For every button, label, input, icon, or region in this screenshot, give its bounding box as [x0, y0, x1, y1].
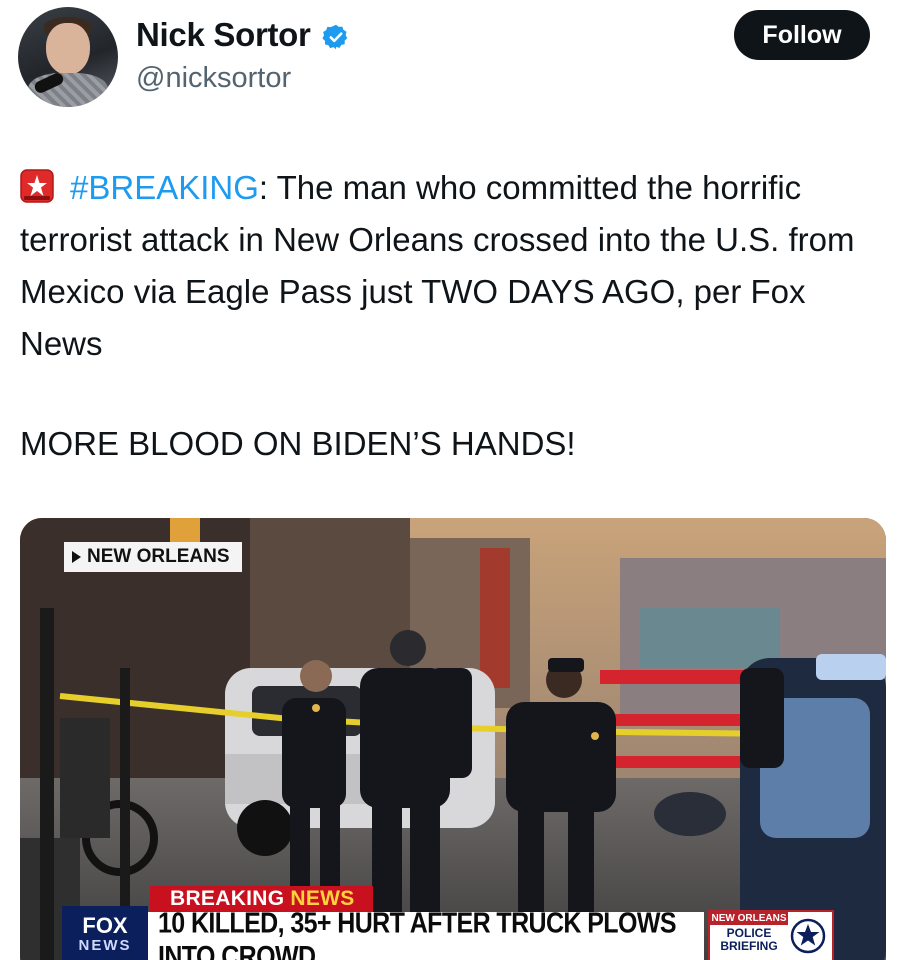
verified-badge-icon	[322, 24, 348, 50]
briefing-bottom: POLICE BRIEFING	[720, 926, 778, 953]
post-body: #BREAKING: The man who committed the hor…	[20, 162, 890, 370]
post-second-paragraph: MORE BLOOD ON BIDEN’S HANDS!	[20, 425, 576, 462]
briefing-top: NEW ORLEANS	[710, 912, 788, 925]
follow-button[interactable]: Follow	[734, 10, 870, 60]
hashtag-link[interactable]: #BREAKING	[70, 169, 259, 206]
rotating-light-icon	[20, 169, 54, 203]
news-headline: 10 KILLED, 35+ HURT AFTER TRUCK PLOWS IN…	[148, 907, 704, 960]
display-name[interactable]: Nick Sortor	[136, 16, 311, 54]
post-card: Nick Sortor @nicksortor Follow #BREAKING…	[0, 0, 906, 960]
avatar[interactable]	[18, 7, 118, 107]
fox-logo-bottom: NEWS	[78, 937, 132, 954]
play-triangle-icon	[72, 551, 81, 563]
fox-logo-top: FOX	[82, 913, 128, 938]
location-chip-label: NEW ORLEANS	[87, 546, 230, 567]
post-media[interactable]: NEW ORLEANS BREAKING NEWS FOX NEWS 10 KI…	[20, 518, 886, 960]
police-briefing-badge: NEW ORLEANS POLICE BRIEFING	[708, 910, 834, 960]
police-star-icon	[790, 918, 826, 954]
avatar-face	[46, 23, 90, 75]
fox-news-logo: FOX NEWS	[62, 906, 148, 960]
user-handle[interactable]: @nicksortor	[136, 62, 291, 95]
location-chip: NEW ORLEANS	[64, 542, 242, 572]
